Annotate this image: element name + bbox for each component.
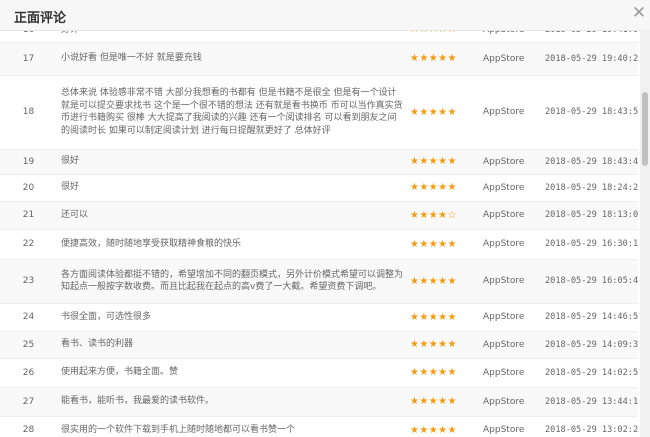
review-text: 便捷高效，随时随地享受获取精神食粮的快乐 (57, 229, 408, 260)
review-text: 使用起来方便，书籍全面。赞 (57, 358, 408, 388)
table-row[interactable]: 27 能看书，能听书，我最爱的读书软件。 ★★★★★ AppStore 2018-05-… (0, 387, 638, 417)
review-time: 2018-05-29 19:40:22 (545, 42, 638, 76)
rating-stars: ★★★★★ (408, 331, 483, 359)
review-text: 各方面阅读体验都挺不错的，希望增加不同的翻页模式，另外计价模式希望可以调整为知起… (57, 259, 408, 304)
review-source: AppStore (483, 358, 545, 388)
review-time: 2018-05-29 14:46:50 (545, 303, 638, 332)
row-index: 17 (0, 42, 57, 76)
review-source: AppStore (483, 303, 545, 332)
vertical-scrollbar[interactable] (640, 30, 650, 437)
row-index: 25 (0, 331, 57, 359)
rating-stars: ★★★★★ (408, 229, 483, 260)
review-time: 2018-05-29 14:02:52 (545, 358, 638, 388)
review-text: 很好 (57, 149, 408, 175)
review-text: 还可以 (57, 201, 408, 230)
table-row[interactable]: 20 很好 ★★★★★ AppStore 2018-05-29 18:24:24 (0, 174, 638, 202)
row-index: 28 (0, 416, 57, 437)
review-source: AppStore (483, 75, 545, 150)
review-text: 小说好看 但是唯一不好 就是要充钱 (57, 42, 408, 76)
review-source: AppStore (483, 149, 545, 175)
table-row[interactable]: 19 很好 ★★★★★ AppStore 2018-05-29 18:43:41 (0, 149, 638, 175)
review-time: 2018-05-29 18:13:00 (545, 201, 638, 230)
row-index: 26 (0, 358, 57, 388)
table-row[interactable]: 28 很实用的一个软件下载到手机上随时随地都可以看书赞一个 ★★★★★ AppStor… (0, 416, 638, 437)
review-text: 总体来说 体验感非常不错 大部分我想看的书都有 但是书籍不是很全 但是有一个设计… (57, 75, 408, 150)
review-source: AppStore (483, 387, 545, 417)
review-table: 16好评★★★★★AppStore2018-05-29 19:41:0317小说… (0, 18, 638, 437)
row-index: 21 (0, 201, 57, 230)
scrollbar-thumb[interactable] (642, 92, 648, 166)
review-text: 很好 (57, 174, 408, 202)
row-index: 18 (0, 75, 57, 150)
table-row[interactable]: 23 各方面阅读体验都挺不错的，希望增加不同的翻页模式，另外计价模式希望可以调整为… (0, 259, 638, 304)
review-source: AppStore (483, 331, 545, 359)
table-row[interactable]: 21 还可以 ★★★★☆ AppStore 2018-05-29 18:13:00 (0, 201, 638, 230)
table-row[interactable]: 17 小说好看 但是唯一不好 就是要充钱 ★★★★★ AppStore 2018-05-… (0, 42, 638, 76)
dialog-title: 正面评论 (14, 11, 67, 26)
review-table-body: 16好评★★★★★AppStore2018-05-29 19:41:0317小说… (0, 18, 638, 437)
review-time: 2018-05-29 18:43:41 (545, 149, 638, 175)
review-source: AppStore (483, 416, 545, 437)
review-time: 2018-05-29 13:02:29 (545, 416, 638, 437)
review-time: 2018-05-29 16:30:17 (545, 229, 638, 260)
row-index: 23 (0, 259, 57, 304)
review-source: AppStore (483, 201, 545, 230)
rating-stars: ★★★★★ (408, 174, 483, 202)
review-time: 2018-05-29 18:24:24 (545, 174, 638, 202)
review-time: 2018-05-29 14:09:36 (545, 331, 638, 359)
dialog-header: 正面评论 ✕ (0, 0, 650, 31)
rating-stars: ★★★★★ (408, 75, 483, 150)
review-text: 看书、读书的利器 (57, 331, 408, 359)
review-source: AppStore (483, 229, 545, 260)
rating-stars: ★★★★★ (408, 149, 483, 175)
rating-stars: ★★★★★ (408, 358, 483, 388)
rating-stars: ★★★★★ (408, 387, 483, 417)
row-index: 24 (0, 303, 57, 332)
review-source: AppStore (483, 42, 545, 76)
close-icon[interactable]: ✕ (630, 4, 648, 22)
rating-stars: ★★★★☆ (408, 201, 483, 230)
row-index: 22 (0, 229, 57, 260)
table-row[interactable]: 24 书很全面，可选性很多 ★★★★★ AppStore 2018-05-29 14:4… (0, 303, 638, 332)
review-source: AppStore (483, 259, 545, 304)
row-index: 27 (0, 387, 57, 417)
review-text: 很实用的一个软件下载到手机上随时随地都可以看书赞一个 (57, 416, 408, 437)
rating-stars: ★★★★★ (408, 416, 483, 437)
table-row[interactable]: 25 看书、读书的利器 ★★★★★ AppStore 2018-05-29 14:09:… (0, 331, 638, 359)
review-text: 书很全面，可选性很多 (57, 303, 408, 332)
review-text: 能看书，能听书，我最爱的读书软件。 (57, 387, 408, 417)
row-index: 20 (0, 174, 57, 202)
table-row[interactable]: 18 总体来说 体验感非常不错 大部分我想看的书都有 但是书籍不是很全 但是有一个… (0, 75, 638, 150)
rating-stars: ★★★★★ (408, 303, 483, 332)
review-table-container[interactable]: 16好评★★★★★AppStore2018-05-29 19:41:0317小说… (0, 18, 638, 437)
table-row[interactable]: 26 使用起来方便，书籍全面。赞 ★★★★★ AppStore 2018-05-29 1… (0, 358, 638, 388)
row-index: 19 (0, 149, 57, 175)
review-source: AppStore (483, 174, 545, 202)
review-time: 2018-05-29 16:05:44 (545, 259, 638, 304)
rating-stars: ★★★★★ (408, 42, 483, 76)
review-time: 2018-05-29 18:43:55 (545, 75, 638, 150)
table-row[interactable]: 22 便捷高效，随时随地享受获取精神食粮的快乐 ★★★★★ AppStore 2018-… (0, 229, 638, 260)
rating-stars: ★★★★★ (408, 259, 483, 304)
review-time: 2018-05-29 13:44:15 (545, 387, 638, 417)
